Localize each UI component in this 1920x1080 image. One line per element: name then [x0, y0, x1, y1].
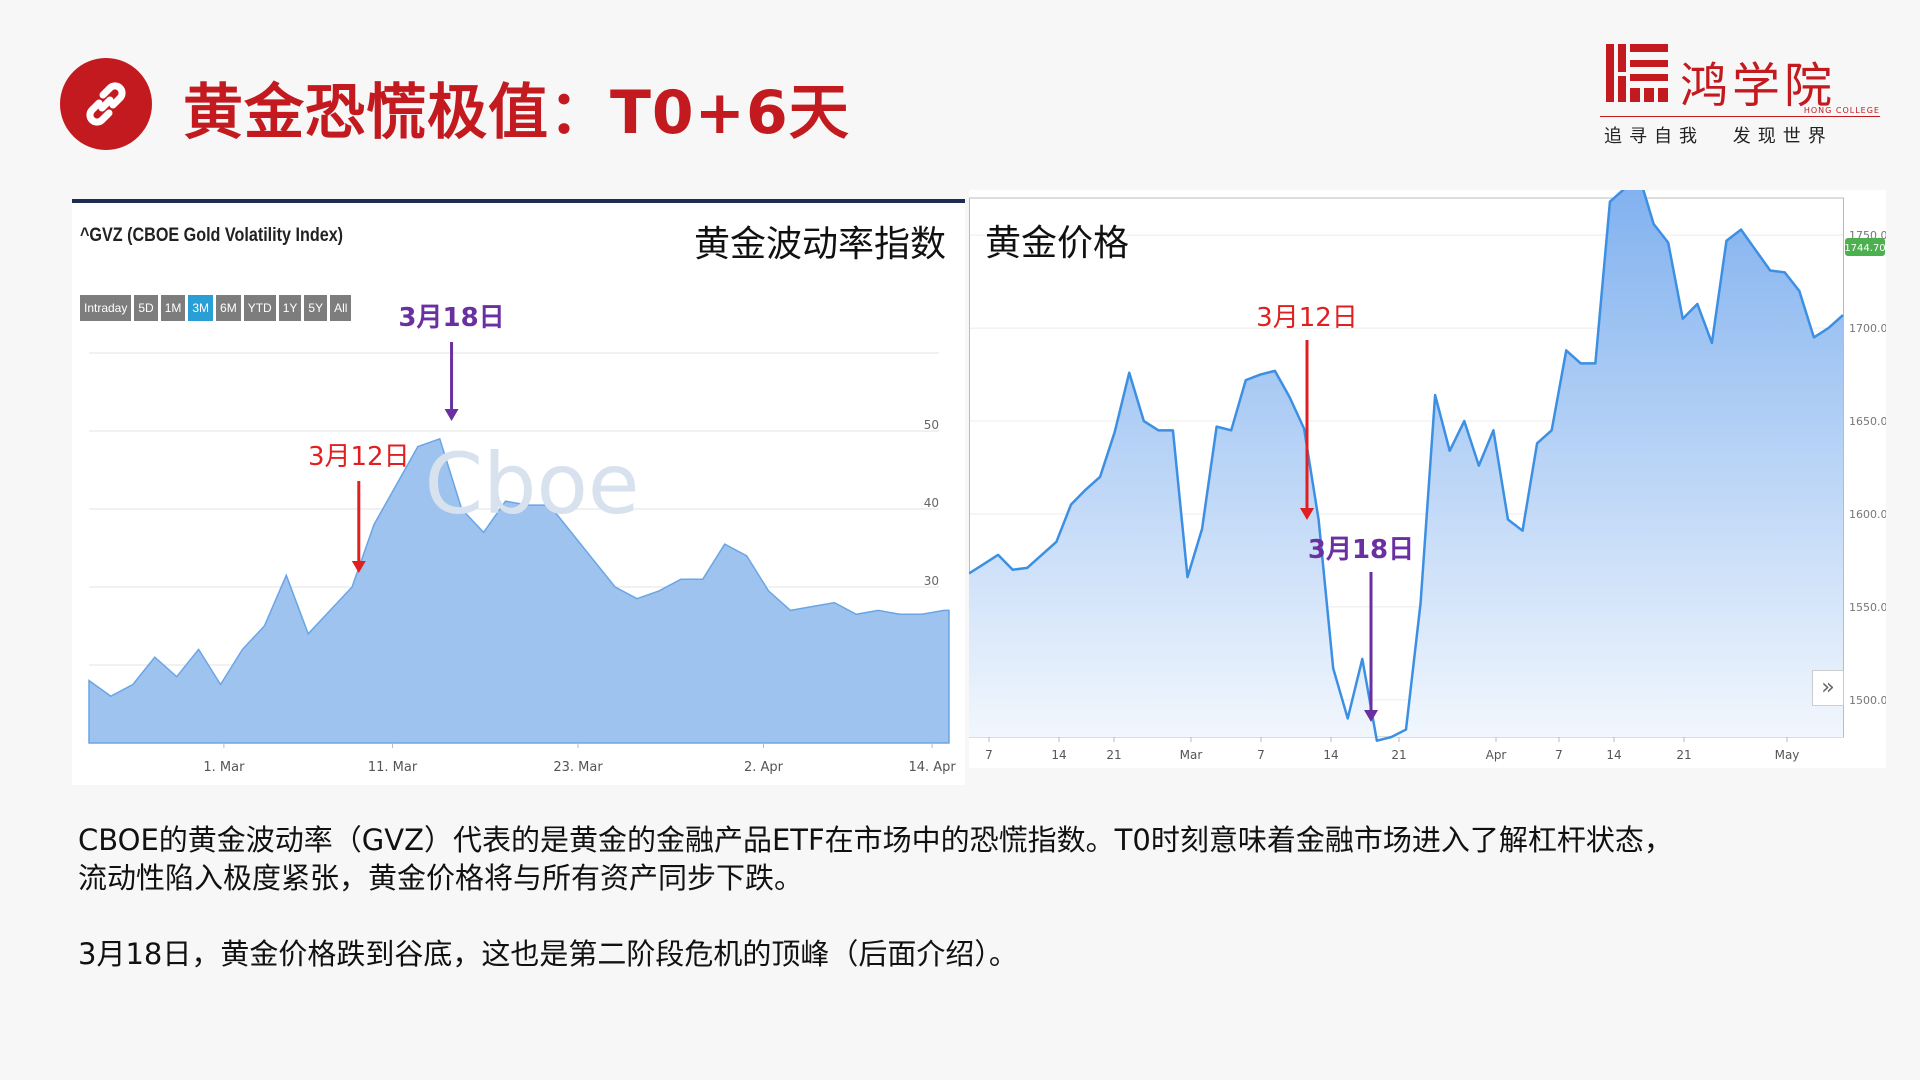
gold-x-tick-label: 14	[1606, 748, 1621, 762]
gold-y-tick-label: 1500.00	[1849, 694, 1886, 707]
gvz-chart-panel: 1020304050Cboe1. Mar11. Mar23. Mar2. Apr…	[72, 199, 965, 785]
range-button-5d[interactable]: 5D	[134, 295, 158, 321]
gvz-x-tick-label: 23. Mar	[553, 760, 603, 775]
gold-x-tick-label: 14	[1051, 748, 1066, 762]
gold-x-tick-label: 21	[1106, 748, 1121, 762]
expand-chevron-icon[interactable]: »	[1812, 670, 1844, 706]
caption-paragraph-2: 3月18日，黄金价格跌到谷底，这也是第二阶段危机的顶峰（后面介绍）。	[78, 937, 1018, 971]
gvz-x-tick-label: 2. Apr	[744, 760, 784, 775]
range-button-1m[interactable]: 1M	[160, 295, 186, 321]
gold-y-tick-label: 1600.00	[1849, 508, 1886, 521]
gold-price-chart: 1500.001550.001600.001650.001700.001750.…	[969, 190, 1886, 762]
gvz-annotation-label: 3月18日	[398, 303, 504, 333]
gold-annotation-label: 3月12日	[1256, 303, 1358, 333]
gvz-y-tick-label: 50	[924, 418, 939, 432]
logo-slogan-left: 追寻自我	[1604, 126, 1704, 147]
logo-english-name: HONG COLLEGE	[1803, 106, 1880, 115]
logo-slogan: 追寻自我 发现世界	[1604, 122, 1833, 148]
gold-y-tick-label: 1650.00	[1849, 415, 1886, 428]
gold-price-chart-panel: 1500.001550.001600.001650.001700.001750.…	[969, 190, 1886, 768]
gold-x-tick-label: 7	[1555, 748, 1563, 762]
range-button-6m[interactable]: 6M	[216, 295, 241, 321]
logo-divider	[1600, 116, 1880, 117]
gold-area-fill	[969, 190, 1843, 741]
caption-paragraph-1-line-2: 流动性陷入极度紧张，黄金价格将与所有资产同步下跌。	[78, 861, 804, 895]
gvz-annotation-arrowhead	[444, 409, 459, 421]
gvz-panel-label: 黄金波动率指数	[694, 224, 947, 265]
gvz-y-tick-label: 30	[924, 574, 939, 588]
range-button-1y[interactable]: 1Y	[278, 295, 302, 321]
logo-slogan-right: 发现世界	[1732, 126, 1833, 147]
page-title: 黄金恐慌极值：T0+6天	[183, 78, 850, 148]
range-button-intraday[interactable]: Intraday	[80, 295, 132, 321]
gold-x-tick-label: 7	[985, 748, 993, 762]
gold-annotation-label: 3月18日	[1308, 535, 1414, 565]
cboe-watermark: Cboe	[424, 435, 639, 533]
link-icon	[60, 58, 152, 150]
range-button-ytd[interactable]: YTD	[243, 295, 276, 321]
range-button-5y[interactable]: 5Y	[304, 295, 328, 321]
caption-paragraph-1-line-1: CBOE的黄金波动率（GVZ）代表的是黄金的金融产品ETF在市场中的恐慌指数。T…	[78, 823, 1673, 857]
gvz-x-tick-label: 11. Mar	[368, 760, 418, 775]
gold-y-tick-label: 1700.00	[1849, 322, 1886, 335]
range-button-all[interactable]: All	[330, 295, 352, 321]
gold-x-tick-label: Mar	[1180, 748, 1203, 762]
college-logo: 鸿学院 HONG COLLEGE 追寻自我 发现世界	[1600, 40, 1890, 150]
gold-x-tick-label: Apr	[1486, 748, 1507, 762]
range-button-3m[interactable]: 3M	[188, 295, 214, 321]
gold-x-tick-label: 7	[1257, 748, 1265, 762]
seal-logo-icon	[1606, 44, 1668, 102]
link-icon-glyph	[86, 82, 126, 126]
gvz-x-tick-label: 14. Apr	[908, 760, 956, 775]
gold-last-value: 1744.70	[1844, 243, 1885, 254]
gold-x-tick-label: 21	[1391, 748, 1406, 762]
gvz-chart: 1020304050Cboe1. Mar11. Mar23. Mar2. Apr…	[88, 303, 956, 775]
gold-x-tick-label: 21	[1676, 748, 1691, 762]
gvz-x-tick-label: 1. Mar	[203, 760, 245, 775]
gold-panel-label: 黄金价格	[985, 223, 1130, 264]
gvz-annotation-label: 3月12日	[308, 442, 410, 472]
gvz-chart-title: ^GVZ (CBOE Gold Volatility Index)	[80, 225, 344, 246]
gold-y-tick-label: 1550.00	[1849, 601, 1886, 614]
gvz-y-tick-label: 40	[924, 496, 939, 510]
range-button-group: Intraday 5D 1M 3M 6M YTD 1Y 5Y All	[80, 295, 352, 321]
gold-x-tick-label: 14	[1323, 748, 1338, 762]
gold-x-tick-label: May	[1775, 748, 1800, 762]
